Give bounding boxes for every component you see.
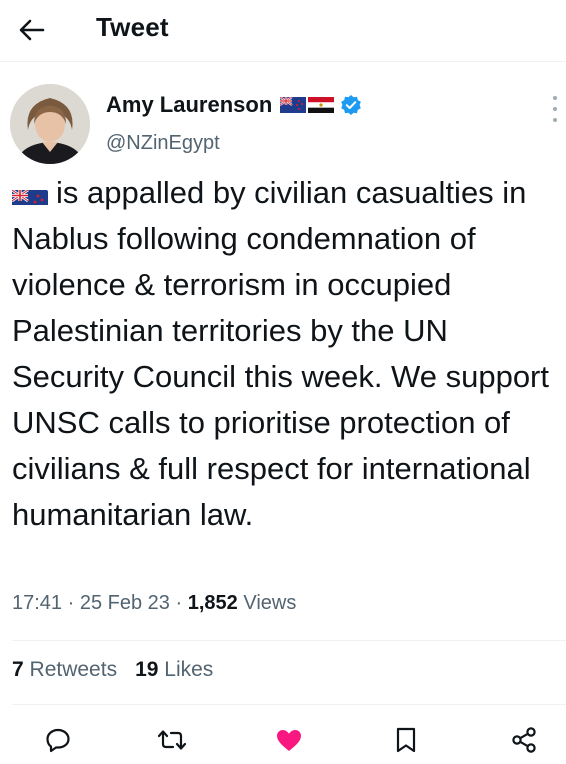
action-bar [0,718,566,762]
tweet-body: is appalled by civilian casualties in Na… [12,170,560,538]
tweet-meta: 17:41 · 25 Feb 23 · 1,852 Views [12,592,296,615]
bookmark-icon [396,727,416,753]
engagement-stats: 7 Retweets 19 Likes [12,658,213,682]
egypt-flag-icon [308,97,335,113]
author-flags [280,97,335,113]
avatar[interactable] [10,84,90,164]
retweets-count: 7 [12,658,24,681]
divider [12,640,566,641]
author-handle[interactable]: @NZinEgypt [106,132,220,155]
retweets-stat[interactable]: 7 Retweets [12,658,117,682]
new-zealand-flag-icon [280,97,307,113]
share-icon [512,727,536,753]
author-name-row: Amy Laurenson [106,91,362,119]
avatar-image [10,84,90,164]
tweet-time[interactable]: 17:41 [12,592,62,614]
retweet-icon [157,730,187,750]
likes-label: Likes [164,658,214,681]
back-button[interactable] [14,14,50,46]
divider [12,704,566,705]
more-options-button[interactable] [548,96,562,122]
retweet-button[interactable] [150,718,194,762]
reply-icon [46,728,70,753]
heart-icon [277,730,301,751]
bookmark-button[interactable] [384,718,428,762]
meta-separator: · [67,592,75,614]
views-count: 1,852 [187,592,238,614]
page-title: Tweet [96,12,169,42]
meta-separator-2: · [175,592,183,614]
reply-button[interactable] [36,718,80,762]
arrow-left-icon [19,19,45,41]
tweet-text: is appalled by civilian casualties in Na… [12,175,549,532]
share-button[interactable] [502,718,546,762]
likes-stat[interactable]: 19 Likes [135,658,213,682]
header-bar: Tweet [0,0,566,62]
views-label: Views [243,592,297,614]
likes-count: 19 [135,658,159,681]
tweet-date[interactable]: 25 Feb 23 [80,592,170,614]
author-display-name[interactable]: Amy Laurenson [106,92,272,118]
retweets-label: Retweets [29,658,118,681]
verified-badge-icon [341,95,362,115]
more-dots-icon [553,96,557,100]
like-button[interactable] [267,718,311,762]
new-zealand-flag-icon [12,181,48,205]
